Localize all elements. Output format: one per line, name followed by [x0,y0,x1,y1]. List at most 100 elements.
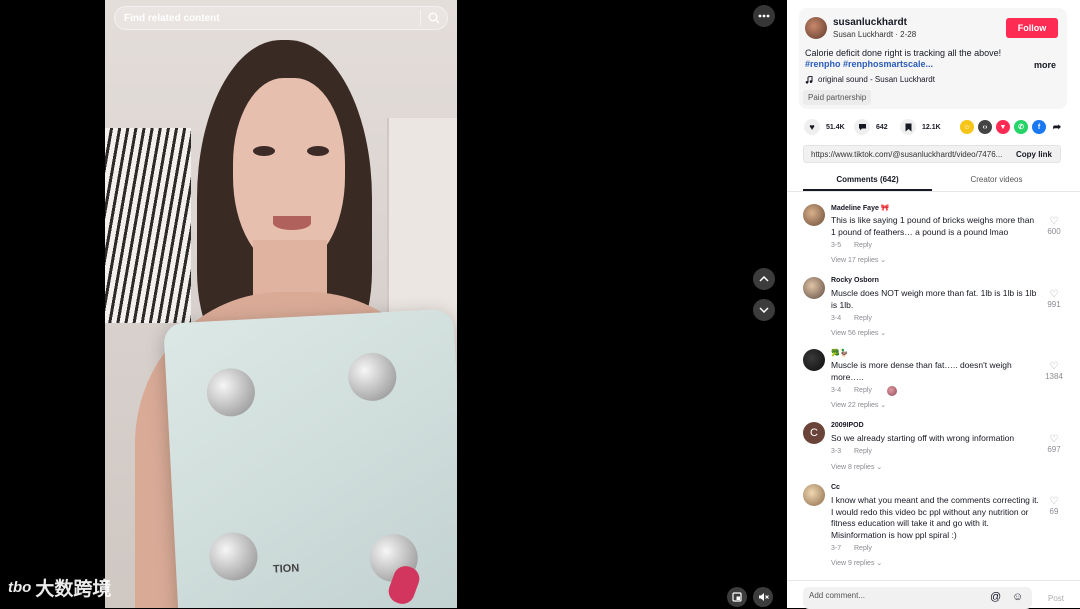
reply-button[interactable]: Reply [854,545,872,552]
author-username[interactable]: susanluckhardt [833,17,907,28]
commenter-avatar[interactable]: C [803,422,825,444]
comment-like[interactable]: ♡ 600 [1043,216,1065,236]
video-link-url[interactable]: https://www.tiktok.com/@susanluckhardt/v… [811,150,1007,159]
more-horizontal-icon [758,14,770,18]
watermark-text: 大数跨境 [35,579,112,600]
view-replies-button[interactable]: View 22 replies ⌄ [831,401,886,409]
tab-comments[interactable]: Comments (642) [803,170,932,191]
post-comment-button[interactable]: Post [1048,594,1064,603]
post-hashtags[interactable]: #renpho #renphosmartscale... [805,59,933,69]
comment-item: Rocky Osborn Muscle does NOT weigh more … [803,277,1065,341]
panel-tabs: Comments (642) Creator videos [803,170,1061,191]
commenter-name[interactable]: 2009IPOD [831,422,864,429]
comment-action[interactable]: 642 [854,119,888,135]
scale-electrode [205,367,257,418]
view-replies-button[interactable]: View 8 replies ⌄ [831,463,882,471]
mini-player-icon [732,592,742,602]
video-stage: TION tbo 大数跨境 [0,0,787,608]
post-caption: Calorie deficit done right is tracking a… [805,48,1002,58]
creator-liked-avatar [887,386,897,396]
view-replies-button[interactable]: View 9 replies ⌄ [831,559,882,567]
author-avatar[interactable] [805,17,827,39]
like-action[interactable]: ♥ 51.4K [804,119,845,135]
related-search-bar [114,6,448,30]
comment-item: Madeline Faye 🎀 This is like saying 1 po… [803,204,1065,268]
comment-text: I know what you meant and the comments c… [831,495,1039,540]
follow-button[interactable]: Follow [1006,18,1058,38]
smart-scale [163,308,457,608]
reply-button[interactable]: Reply [854,242,872,249]
facebook-button[interactable]: f [1032,120,1046,134]
comment-like[interactable]: ♡ 69 [1043,496,1065,516]
share-friends-button[interactable]: ☺ [960,120,974,134]
whatsapp-icon: ✆ [1018,124,1024,131]
reply-button[interactable]: Reply [854,315,872,322]
chevron-up-icon [759,276,769,282]
search-button[interactable] [421,7,447,29]
heart-outline-icon: ♡ [1049,289,1059,300]
mini-player-button[interactable] [727,587,747,607]
share-more-button[interactable]: ➦ [1050,120,1064,134]
tab-creator-videos[interactable]: Creator videos [932,170,1061,191]
related-search-input[interactable] [115,12,420,24]
commenter-avatar[interactable] [803,204,825,226]
comment-like-count: 991 [1047,300,1061,309]
previous-video-button[interactable] [753,268,775,290]
comment-like[interactable]: ♡ 991 [1043,289,1065,309]
reply-button[interactable]: Reply [854,448,872,455]
next-video-button[interactable] [753,299,775,321]
comment-like[interactable]: ♡ 1384 [1043,361,1065,381]
view-replies-button[interactable]: View 17 replies ⌄ [831,256,886,264]
commenter-avatar[interactable] [803,277,825,299]
more-options-button[interactable] [753,5,775,27]
caption-more-link[interactable]: more [1034,60,1056,70]
person-mouth [273,216,311,230]
bookmark-icon [900,119,916,135]
mention-icon[interactable]: @ [990,591,1001,603]
comment-date: 3-4 [831,315,842,322]
commenter-name[interactable]: Rocky Osborn [831,277,879,284]
embed-icon: ‹› [982,123,988,131]
post-info-card: susanluckhardt Susan Luckhardt · 2-28 Fo… [799,8,1067,109]
background-shirt [105,128,191,323]
sound-link[interactable]: original sound - Susan Luckhardt [805,75,935,84]
reply-button[interactable]: Reply [854,387,872,394]
comment-like-count: 697 [1047,445,1061,454]
comment-like[interactable]: ♡ 697 [1043,434,1065,454]
comment-date: 3-5 [831,242,842,249]
embed-button[interactable]: ‹› [978,120,992,134]
copy-link-button[interactable]: Copy link [1016,150,1052,159]
heart-outline-icon: ♡ [1049,434,1059,445]
whatsapp-button[interactable]: ✆ [1014,120,1028,134]
author-display-date: Susan Luckhardt · 2-28 [833,30,917,39]
emoji-icon[interactable]: ☺ [1012,591,1023,603]
music-note-icon [805,75,813,84]
volume-mute-icon [758,593,769,601]
commenter-name[interactable]: Cc [831,484,840,491]
commenter-avatar[interactable] [803,484,825,506]
tabs-divider [787,191,1080,192]
send-button[interactable]: ▼ [996,120,1010,134]
comment-icon [854,119,870,135]
share-arrow-icon: ➦ [1052,121,1062,133]
comment-input[interactable] [809,591,979,600]
heart-outline-icon: ♡ [1049,361,1059,372]
person-eye [253,146,275,156]
commenter-name[interactable]: Madeline Faye 🎀 [831,204,890,212]
comment-text: So we already starting off with wrong in… [831,433,1015,443]
comment-input-box: @ ☺ [803,587,1032,609]
comment-item: Cc I know what you meant and the comment… [803,484,1065,574]
comment-text: This is like saying 1 pound of bricks we… [831,215,1035,237]
video-player[interactable]: TION [105,0,457,608]
commenter-name[interactable]: 🥦🦆 [831,349,848,357]
comment-like-count: 600 [1047,227,1061,236]
view-replies-button[interactable]: View 56 replies ⌄ [831,329,886,337]
mute-button[interactable] [753,587,773,607]
comment-date: 3-3 [831,448,842,455]
person-eye [307,146,329,156]
commenter-avatar[interactable] [803,349,825,371]
save-action[interactable]: 12.1K [900,119,941,135]
scale-electrode [347,351,398,403]
like-count: 51.4K [826,123,845,131]
send-icon: ▼ [999,123,1007,131]
